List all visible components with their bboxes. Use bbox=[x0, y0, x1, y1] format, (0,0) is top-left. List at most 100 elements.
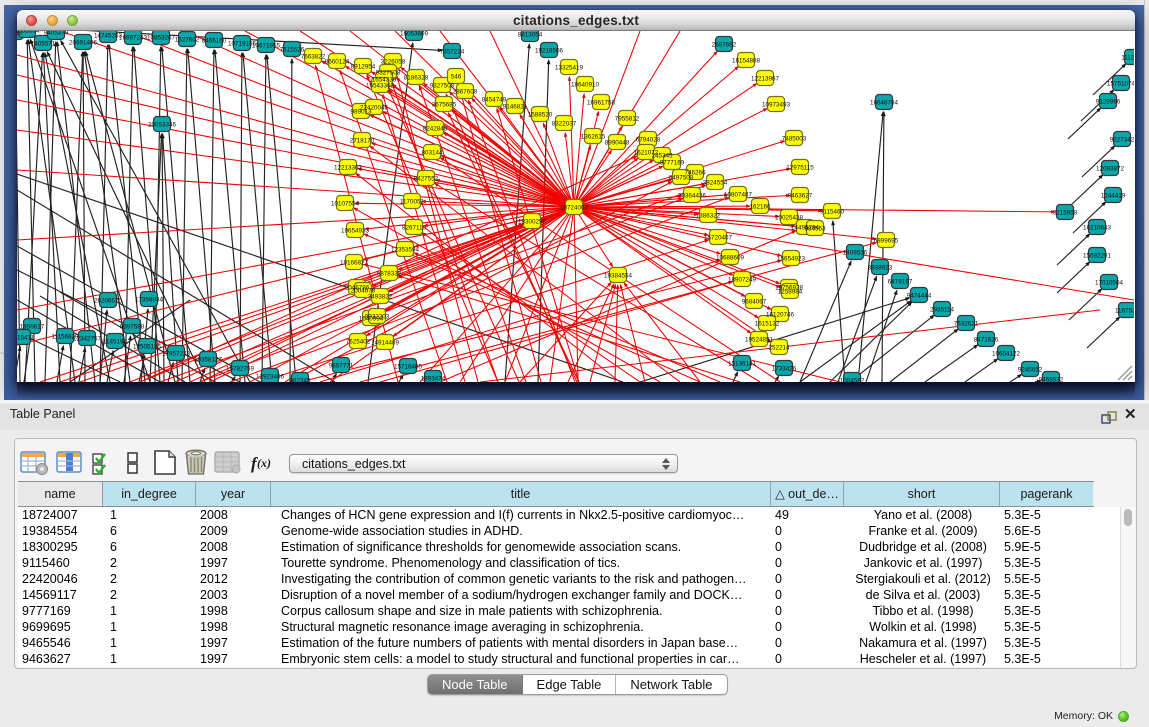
svg-text:8660124: 8660124 bbox=[325, 59, 350, 66]
svg-text:6794028: 6794028 bbox=[636, 137, 661, 144]
svg-text:7515526: 7515526 bbox=[280, 47, 305, 54]
svg-text:2687682: 2687682 bbox=[712, 42, 737, 49]
svg-text:8990448: 8990448 bbox=[605, 140, 630, 147]
svg-text:17359934: 17359934 bbox=[135, 297, 164, 304]
svg-text:8322037: 8322037 bbox=[552, 121, 577, 128]
svg-text:16697243: 16697243 bbox=[119, 35, 148, 42]
svg-text:13325419: 13325419 bbox=[555, 65, 584, 72]
svg-text:2718170: 2718170 bbox=[350, 138, 375, 145]
svg-text:10025438: 10025438 bbox=[775, 215, 804, 222]
svg-text:16154808: 16154808 bbox=[732, 58, 761, 65]
svg-text:7485003: 7485003 bbox=[782, 136, 807, 143]
svg-text:16961758: 16961758 bbox=[587, 100, 616, 107]
svg-text:12342757: 12342757 bbox=[73, 336, 102, 343]
svg-text:3675685: 3675685 bbox=[432, 102, 457, 109]
svg-text:12505135: 12505135 bbox=[133, 344, 162, 351]
svg-text:1112007: 1112007 bbox=[1121, 55, 1134, 62]
svg-text:10688609: 10688609 bbox=[716, 255, 745, 262]
svg-text:1527602: 1527602 bbox=[175, 37, 200, 44]
svg-text:20691406: 20691406 bbox=[69, 40, 98, 47]
svg-text:9327508: 9327508 bbox=[376, 70, 401, 77]
svg-text:1362615: 1362615 bbox=[581, 134, 606, 141]
svg-text:984563: 984563 bbox=[804, 226, 826, 233]
svg-text:1615132: 1615132 bbox=[755, 321, 780, 328]
svg-text:5878332: 5878332 bbox=[377, 271, 402, 278]
svg-text:7357224: 7357224 bbox=[440, 49, 465, 56]
svg-text:252214: 252214 bbox=[768, 345, 790, 352]
svg-text:15720407: 15720407 bbox=[704, 235, 733, 242]
svg-text:245345: 245345 bbox=[651, 153, 673, 160]
svg-text:6479197: 6479197 bbox=[888, 279, 913, 286]
svg-text:7386322: 7386322 bbox=[696, 213, 721, 220]
svg-text:3493822: 3493822 bbox=[368, 294, 393, 301]
svg-text:8454749: 8454749 bbox=[482, 97, 507, 104]
svg-text:9777169: 9777169 bbox=[660, 160, 685, 167]
svg-text:1833804: 1833804 bbox=[17, 31, 40, 35]
svg-text:9397588: 9397588 bbox=[120, 324, 145, 331]
svg-text:9405379: 9405379 bbox=[44, 31, 69, 37]
svg-text:16053809: 16053809 bbox=[400, 31, 429, 38]
svg-text:1258984: 1258984 bbox=[778, 289, 803, 296]
svg-text:10654122: 10654122 bbox=[992, 351, 1021, 358]
svg-text:1170051: 1170051 bbox=[400, 199, 425, 206]
svg-text:8186328: 8186328 bbox=[404, 75, 429, 82]
svg-text:546: 546 bbox=[451, 74, 462, 81]
svg-text:12975115: 12975115 bbox=[786, 165, 814, 172]
svg-text:18907249: 18907249 bbox=[728, 277, 757, 284]
svg-text:1850617: 1850617 bbox=[20, 324, 45, 331]
svg-text:1588520: 1588520 bbox=[528, 112, 553, 119]
svg-text:1145193: 1145193 bbox=[103, 339, 128, 346]
svg-text:9245652: 9245652 bbox=[1018, 367, 1043, 374]
svg-text:10671955: 10671955 bbox=[252, 43, 281, 50]
svg-text:9684067: 9684067 bbox=[742, 299, 767, 306]
svg-text:12353594: 12353594 bbox=[391, 247, 420, 254]
svg-text:9115460: 9115460 bbox=[820, 209, 845, 216]
svg-text:7625402: 7625402 bbox=[346, 339, 371, 346]
svg-text:26206570: 26206570 bbox=[94, 298, 123, 305]
svg-text:16648784: 16648784 bbox=[870, 100, 899, 107]
svg-text:19524851: 19524851 bbox=[745, 337, 774, 344]
svg-text:19166827: 19166827 bbox=[340, 260, 369, 267]
svg-text:9146821: 9146821 bbox=[503, 104, 528, 111]
svg-text:9327508: 9327508 bbox=[430, 83, 455, 90]
svg-text:20364436: 20364436 bbox=[678, 193, 707, 200]
svg-text:1733426: 1733426 bbox=[772, 366, 797, 373]
svg-text:1084562: 1084562 bbox=[840, 378, 865, 383]
svg-text:6497508: 6497508 bbox=[669, 175, 694, 182]
svg-text:1409536: 1409536 bbox=[843, 250, 868, 257]
svg-text:19218506: 19218506 bbox=[535, 48, 564, 55]
svg-text:12213967: 12213967 bbox=[751, 76, 780, 83]
svg-text:8471626: 8471626 bbox=[974, 337, 999, 344]
svg-text:16120746: 16120746 bbox=[766, 312, 795, 319]
svg-text:8813054: 8813054 bbox=[518, 32, 543, 39]
svg-text:20053346: 20053346 bbox=[148, 122, 177, 129]
svg-text:1167533: 1167533 bbox=[1115, 308, 1134, 315]
svg-text:7632621: 7632621 bbox=[954, 321, 979, 328]
svg-text:15654923: 15654923 bbox=[777, 256, 806, 263]
svg-text:15716485: 15716485 bbox=[394, 364, 423, 371]
svg-text:1405571: 1405571 bbox=[31, 41, 56, 48]
svg-text:18640910: 18640910 bbox=[571, 82, 600, 89]
svg-text:15751074: 15751074 bbox=[1107, 81, 1134, 88]
svg-text:7663822: 7663822 bbox=[301, 54, 326, 61]
svg-text:3824554: 3824554 bbox=[703, 180, 728, 187]
svg-text:19654933: 19654933 bbox=[341, 228, 370, 235]
svg-text:1244419: 1244419 bbox=[1101, 193, 1126, 200]
svg-text:(x): (x) bbox=[257, 456, 271, 470]
svg-text:17957223: 17957223 bbox=[162, 351, 191, 358]
svg-text:12213363: 12213363 bbox=[334, 165, 363, 172]
svg-text:7955812: 7955812 bbox=[615, 116, 640, 123]
svg-text:8242848: 8242848 bbox=[423, 126, 448, 133]
svg-text:9474444: 9474444 bbox=[907, 293, 932, 300]
svg-text:8938923: 8938923 bbox=[868, 265, 893, 272]
svg-text:19384554: 19384554 bbox=[604, 273, 633, 280]
svg-text:8932203: 8932203 bbox=[365, 314, 390, 321]
svg-text:19358127: 19358127 bbox=[194, 357, 223, 364]
svg-text:6899695: 6899695 bbox=[874, 238, 899, 245]
svg-text:12923466: 12923466 bbox=[256, 374, 285, 381]
svg-text:17010504: 17010504 bbox=[1095, 280, 1124, 287]
svg-text:9468532: 9468532 bbox=[1039, 377, 1064, 383]
svg-text:9657771: 9657771 bbox=[329, 363, 354, 370]
svg-text:15692291: 15692291 bbox=[1083, 253, 1112, 260]
svg-text:803144: 803144 bbox=[421, 150, 443, 157]
